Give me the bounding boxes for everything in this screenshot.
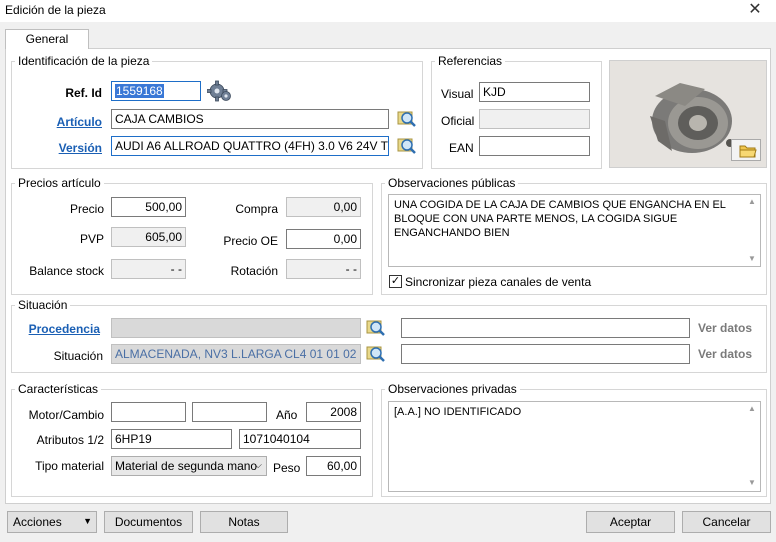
- sync-checkbox[interactable]: ✓: [389, 275, 402, 288]
- dropdown-arrow-icon: ▼: [83, 516, 92, 526]
- tipo-material-select[interactable]: Material de segunda mano ⌵: [111, 456, 267, 476]
- obs-privadas-textarea[interactable]: [A.A.] NO IDENTIFICADO: [388, 401, 761, 492]
- ver-datos-1-link[interactable]: Ver datos: [698, 321, 752, 335]
- ean-field[interactable]: [479, 136, 590, 156]
- scroll-down-icon[interactable]: ▼: [745, 253, 759, 265]
- folder-icon: [739, 145, 757, 158]
- ean-label: EAN: [449, 141, 474, 155]
- visual-label: Visual: [441, 87, 474, 101]
- precios-legend: Precios artículo: [15, 176, 104, 190]
- procedencia-extra-field[interactable]: [401, 318, 690, 338]
- articulo-link[interactable]: Artículo: [40, 115, 102, 129]
- precio-label: Precio: [69, 202, 104, 216]
- scroll-up-icon-2[interactable]: ▲: [745, 403, 759, 415]
- gear-icon[interactable]: [206, 79, 233, 103]
- search-version-icon[interactable]: [397, 136, 417, 156]
- scroll-up-icon[interactable]: ▲: [745, 196, 759, 208]
- obs-publicas-legend: Observaciones públicas: [385, 176, 519, 190]
- situacion-label: Situación: [53, 349, 103, 363]
- aceptar-button[interactable]: Aceptar: [586, 511, 675, 533]
- version-link[interactable]: Versión: [40, 141, 102, 155]
- balance-stock-field[interactable]: - -: [111, 259, 186, 279]
- motor-field-1[interactable]: [111, 402, 186, 422]
- situacion-extra-field[interactable]: [401, 344, 690, 364]
- version-field[interactable]: AUDI A6 ALLROAD QUATTRO (4FH) 3.0 V6 24V…: [111, 136, 389, 156]
- anio-label: Año: [276, 408, 298, 422]
- obs-privadas-legend: Observaciones privadas: [385, 382, 520, 396]
- ver-datos-2-link[interactable]: Ver datos: [698, 347, 752, 361]
- motor-label: Motor/Cambio: [28, 408, 104, 422]
- caracteristicas-legend: Características: [15, 382, 102, 396]
- window-title: Edición de la pieza: [5, 3, 106, 17]
- cancelar-button[interactable]: Cancelar: [682, 511, 771, 533]
- pvp-label: PVP: [79, 232, 104, 246]
- search-procedencia-icon[interactable]: [366, 318, 386, 338]
- search-articulo-icon[interactable]: [397, 109, 417, 129]
- compra-label: Compra: [235, 202, 278, 216]
- situacion-field[interactable]: ALMACENADA, NV3 L.LARGA CL4 01 01 02: [111, 344, 361, 364]
- atributo-1-field[interactable]: 6HP19: [111, 429, 232, 449]
- tipo-material-value: Material de segunda mano: [115, 459, 258, 473]
- ref-id-field[interactable]: 1559168: [111, 81, 201, 101]
- atributos-label: Atributos 1/2: [36, 433, 104, 447]
- situacion-legend: Situación: [15, 298, 71, 312]
- obs-publicas-textarea[interactable]: UNA COGIDA DE LA CAJA DE CAMBIOS QUE ENG…: [388, 194, 761, 267]
- precio-oe-label: Precio OE: [223, 234, 278, 248]
- oficial-field[interactable]: [479, 109, 590, 129]
- visual-field[interactable]: KJD: [479, 82, 590, 102]
- precio-oe-field[interactable]: 0,00: [286, 229, 361, 249]
- compra-field[interactable]: 0,00: [286, 197, 361, 217]
- precio-field[interactable]: 500,00: [111, 197, 186, 217]
- procedencia-link[interactable]: Procedencia: [20, 322, 100, 336]
- motor-field-2[interactable]: [192, 402, 267, 422]
- rotacion-field[interactable]: - -: [286, 259, 361, 279]
- ref-id-label: Ref. Id: [65, 86, 102, 100]
- peso-field[interactable]: 60,00: [306, 456, 361, 476]
- anio-field[interactable]: 2008: [306, 402, 361, 422]
- close-icon[interactable]: ✕: [744, 0, 766, 20]
- atributo-2-field[interactable]: 1071040104: [239, 429, 361, 449]
- scroll-down-icon-2[interactable]: ▼: [745, 477, 759, 489]
- open-folder-button[interactable]: [731, 139, 761, 161]
- oficial-label: Oficial: [441, 114, 475, 128]
- referencias-legend: Referencias: [435, 54, 506, 68]
- rotacion-label: Rotación: [230, 264, 278, 278]
- balance-stock-label: Balance stock: [29, 264, 104, 278]
- acciones-button[interactable]: Acciones ▼: [7, 511, 97, 533]
- peso-label: Peso: [273, 461, 301, 475]
- identificacion-legend: Identificación de la pieza: [15, 54, 153, 68]
- notas-button[interactable]: Notas: [200, 511, 288, 533]
- procedencia-field[interactable]: [111, 318, 361, 338]
- title-bar: [0, 0, 776, 22]
- chevron-down-icon: ⌵: [254, 460, 262, 471]
- tipo-material-label: Tipo material: [35, 459, 104, 473]
- documentos-button[interactable]: Documentos: [104, 511, 193, 533]
- articulo-field[interactable]: CAJA CAMBIOS: [111, 109, 389, 129]
- tab-general[interactable]: General: [5, 29, 89, 49]
- search-situacion-icon[interactable]: [366, 344, 386, 364]
- pvp-field[interactable]: 605,00: [111, 227, 186, 247]
- sync-label: Sincronizar pieza canales de venta: [405, 275, 592, 289]
